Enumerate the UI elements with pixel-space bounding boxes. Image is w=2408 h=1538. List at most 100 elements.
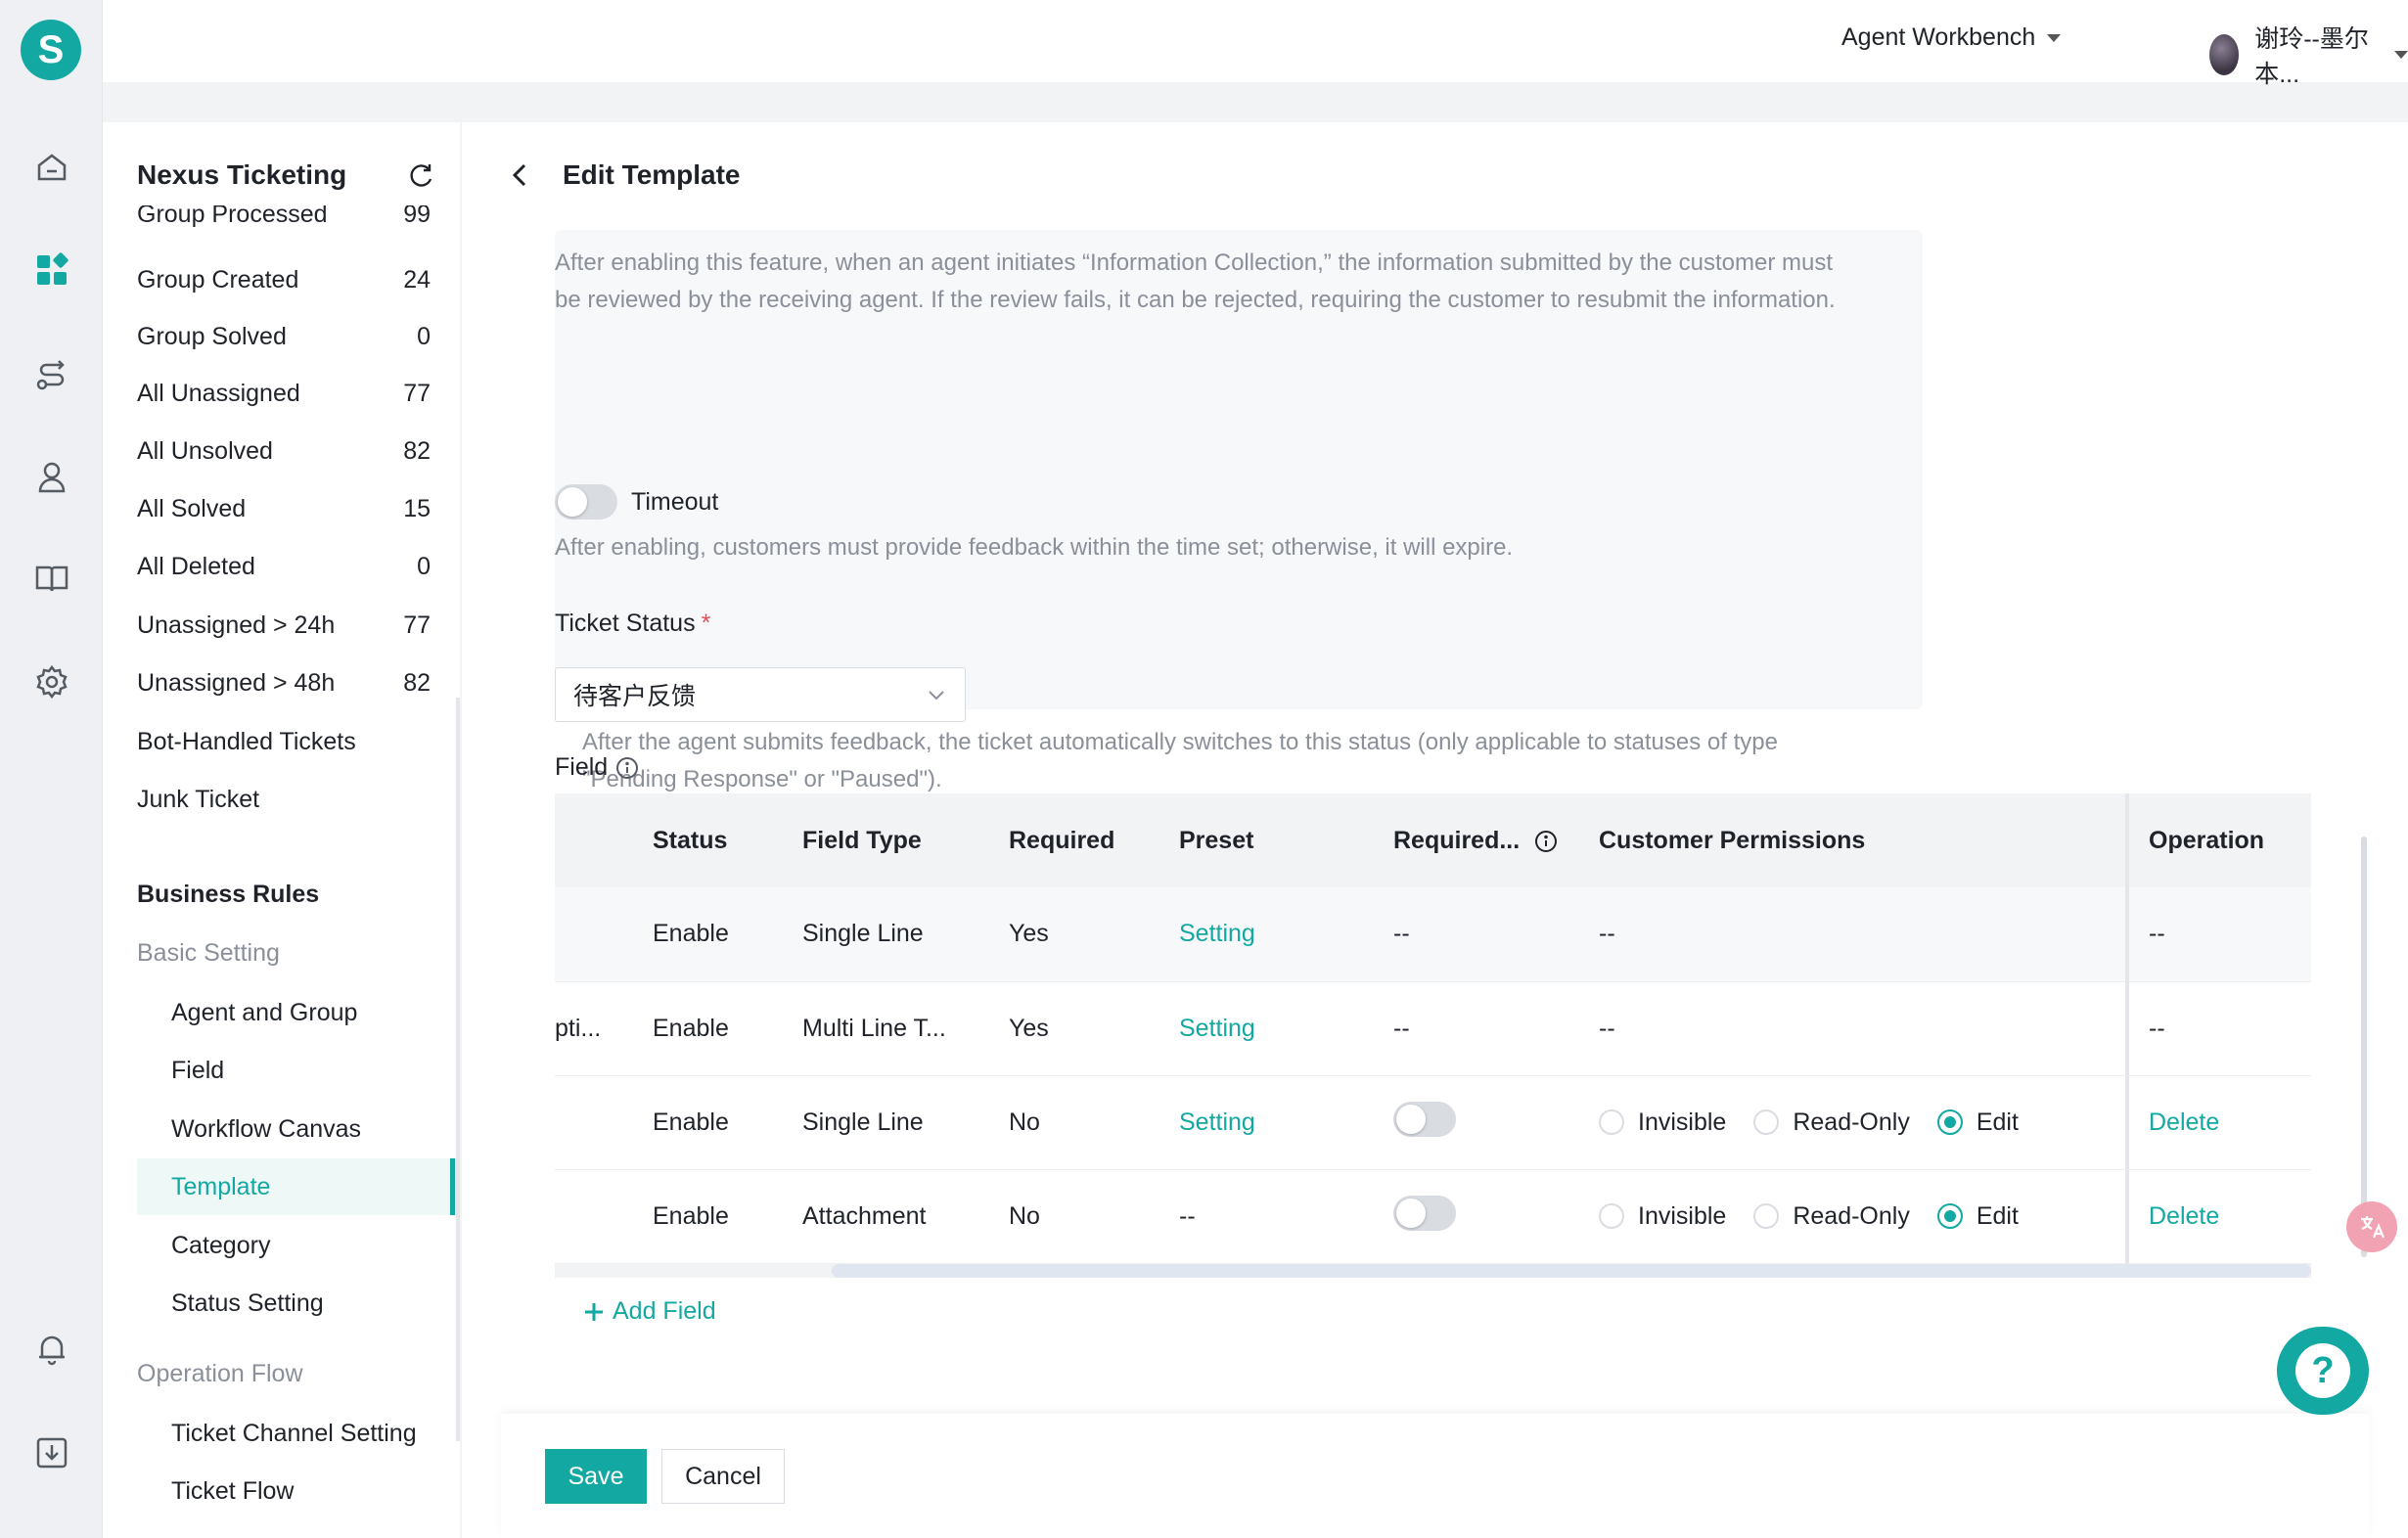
dashboard-icon[interactable] bbox=[29, 248, 74, 293]
sidebar-item-partial[interactable]: Group Processed 99 bbox=[137, 205, 431, 229]
user-icon[interactable] bbox=[29, 455, 74, 500]
cell-required: Yes bbox=[989, 981, 1159, 1076]
radio-dot bbox=[1599, 1203, 1624, 1229]
col-preset: Preset bbox=[1159, 793, 1374, 887]
ticket-status-select[interactable]: 待客户反馈 bbox=[555, 667, 966, 722]
sidebar-item-label: All Solved bbox=[137, 494, 247, 522]
radio-read-only[interactable]: Read-Only bbox=[1753, 1202, 1910, 1231]
required-toggle[interactable] bbox=[1393, 1101, 1456, 1137]
book-icon[interactable] bbox=[29, 556, 74, 601]
back-arrow-icon[interactable] bbox=[506, 160, 535, 190]
app-logo[interactable]: S bbox=[21, 20, 81, 80]
sidebar-item-junk-ticket[interactable]: Junk Ticket bbox=[137, 780, 431, 819]
col-customer-permissions: Customer Permissions bbox=[1579, 793, 2127, 887]
preset-setting-link[interactable]: Setting bbox=[1159, 981, 1374, 1076]
sidebar-item-unassigned-24h[interactable]: Unassigned > 24h 77 bbox=[137, 606, 431, 645]
sidebar-item-count: 82 bbox=[403, 668, 431, 697]
sidebar-item-label: All Deleted bbox=[137, 552, 255, 580]
chevron-down-icon bbox=[2047, 33, 2062, 42]
sidebar-item-group-created[interactable]: Group Created 24 bbox=[137, 260, 431, 299]
sidebar-item-workflow-canvas[interactable]: Workflow Canvas bbox=[137, 1101, 460, 1157]
sidebar-item-count: 82 bbox=[403, 436, 431, 465]
chevron-down-icon bbox=[2394, 51, 2408, 59]
basic-setting-heading[interactable]: Basic Setting bbox=[137, 939, 280, 968]
sidebar-item-label: Unassigned > 48h bbox=[137, 668, 336, 697]
radio-invisible[interactable]: Invisible bbox=[1599, 1202, 1726, 1231]
sidebar-item-count: 0 bbox=[417, 322, 431, 350]
translate-icon[interactable] bbox=[2346, 1201, 2397, 1252]
required-toggle[interactable] bbox=[1393, 1195, 1456, 1231]
sidebar-item-bot-handled[interactable]: Bot-Handled Tickets bbox=[137, 722, 431, 761]
radio-dot bbox=[1753, 1109, 1780, 1135]
col-required: Required bbox=[989, 793, 1159, 887]
sidebar-scrollbar[interactable] bbox=[456, 698, 460, 1441]
radio-dot-selected bbox=[1936, 1109, 1963, 1135]
radio-label: Edit bbox=[1976, 1201, 2019, 1230]
sidebar-item-all-deleted[interactable]: All Deleted 0 bbox=[137, 547, 431, 586]
sidebar-item-status-setting[interactable]: Status Setting bbox=[137, 1275, 460, 1332]
operation-flow-heading[interactable]: Operation Flow bbox=[137, 1360, 303, 1388]
sidebar-title: Nexus Ticketing bbox=[137, 159, 347, 190]
delete-link[interactable]: Delete bbox=[2125, 1075, 2311, 1170]
cancel-button[interactable]: Cancel bbox=[661, 1449, 785, 1504]
field-section-label: Field bbox=[555, 753, 639, 782]
route-icon[interactable] bbox=[29, 352, 74, 397]
refresh-icon[interactable] bbox=[406, 161, 435, 191]
bell-icon[interactable] bbox=[29, 1327, 74, 1372]
add-field-label: Add Field bbox=[613, 1297, 716, 1325]
sidebar-item-ticket-channel-setting[interactable]: Ticket Channel Setting bbox=[137, 1405, 460, 1462]
sidebar-item-all-solved[interactable]: All Solved 15 bbox=[137, 489, 431, 528]
ticket-status-label-row: Ticket Status * bbox=[555, 610, 710, 638]
add-field-button[interactable]: Add Field bbox=[583, 1297, 716, 1326]
cell-operation: -- bbox=[2125, 981, 2311, 1076]
workbench-label: Agent Workbench bbox=[1841, 23, 2036, 51]
table-row: Enable Single Line No Setting Invisible … bbox=[555, 1075, 2311, 1170]
download-icon[interactable] bbox=[29, 1430, 74, 1475]
sidebar-item-all-unsolved[interactable]: All Unsolved 82 bbox=[137, 431, 431, 471]
home-icon[interactable] bbox=[29, 145, 74, 190]
col-status: Status bbox=[633, 793, 783, 887]
sidebar-item-template[interactable]: Template bbox=[137, 1158, 460, 1215]
business-rules-heading: Business Rules bbox=[137, 881, 320, 908]
info-icon[interactable] bbox=[1534, 830, 1558, 853]
col-required-2-label: Required... bbox=[1393, 826, 1521, 854]
radio-invisible[interactable]: Invisible bbox=[1599, 1108, 1726, 1137]
preset-setting-link[interactable]: Setting bbox=[1159, 887, 1374, 982]
chevron-down-icon bbox=[929, 691, 944, 701]
save-button[interactable]: Save bbox=[545, 1449, 647, 1504]
ticket-status-label: Ticket Status bbox=[555, 610, 696, 637]
info-icon[interactable] bbox=[615, 756, 639, 780]
cell-name bbox=[555, 1169, 633, 1264]
delete-link[interactable]: Delete bbox=[2125, 1169, 2311, 1264]
timeout-row: Timeout bbox=[555, 484, 718, 520]
plus-icon bbox=[585, 1302, 603, 1321]
user-menu[interactable]: 谢玲--墨尔本... bbox=[2209, 20, 2408, 90]
sidebar-item-label: All Unassigned bbox=[137, 379, 300, 407]
timeout-toggle[interactable] bbox=[555, 484, 617, 520]
table-scroll-thumb[interactable] bbox=[832, 1264, 2311, 1278]
col-required-2: Required... bbox=[1374, 793, 1579, 887]
table-row: pti... Enable Multi Line T... Yes Settin… bbox=[555, 981, 2311, 1076]
sidebar-item-all-unassigned[interactable]: All Unassigned 77 bbox=[137, 374, 431, 413]
sidebar-item-unassigned-48h[interactable]: Unassigned > 48h 82 bbox=[137, 663, 431, 702]
workbench-switcher[interactable]: Agent Workbench bbox=[1841, 23, 2062, 52]
sidebar-item-field[interactable]: Field bbox=[137, 1042, 460, 1099]
cell-required-2: -- bbox=[1374, 981, 1579, 1076]
radio-read-only[interactable]: Read-Only bbox=[1753, 1108, 1910, 1137]
sidebar-item-agent-and-group[interactable]: Agent and Group bbox=[137, 984, 460, 1041]
sidebar-item-category[interactable]: Category bbox=[137, 1217, 460, 1274]
timeout-description: After enabling, customers must provide f… bbox=[555, 534, 1514, 561]
review-description: After enabling this feature, when an age… bbox=[555, 249, 1836, 313]
preset-setting-link[interactable]: Setting bbox=[1159, 1075, 1374, 1170]
radio-edit[interactable]: Edit bbox=[1936, 1108, 2019, 1137]
settings-icon[interactable] bbox=[29, 659, 74, 704]
sidebar-item-ticket-flow[interactable]: Ticket Flow bbox=[137, 1463, 460, 1519]
col-field-type: Field Type bbox=[783, 793, 989, 887]
cell-customer-permissions: -- bbox=[1579, 981, 2127, 1076]
sidebar-item-group-solved[interactable]: Group Solved 0 bbox=[137, 317, 431, 356]
main-scrollbar[interactable] bbox=[2361, 837, 2367, 1257]
cell-field-type: Single Line bbox=[783, 887, 989, 982]
radio-edit[interactable]: Edit bbox=[1936, 1201, 2019, 1231]
help-button[interactable]: ? bbox=[2277, 1327, 2369, 1415]
page-title: Edit Template bbox=[563, 159, 741, 190]
